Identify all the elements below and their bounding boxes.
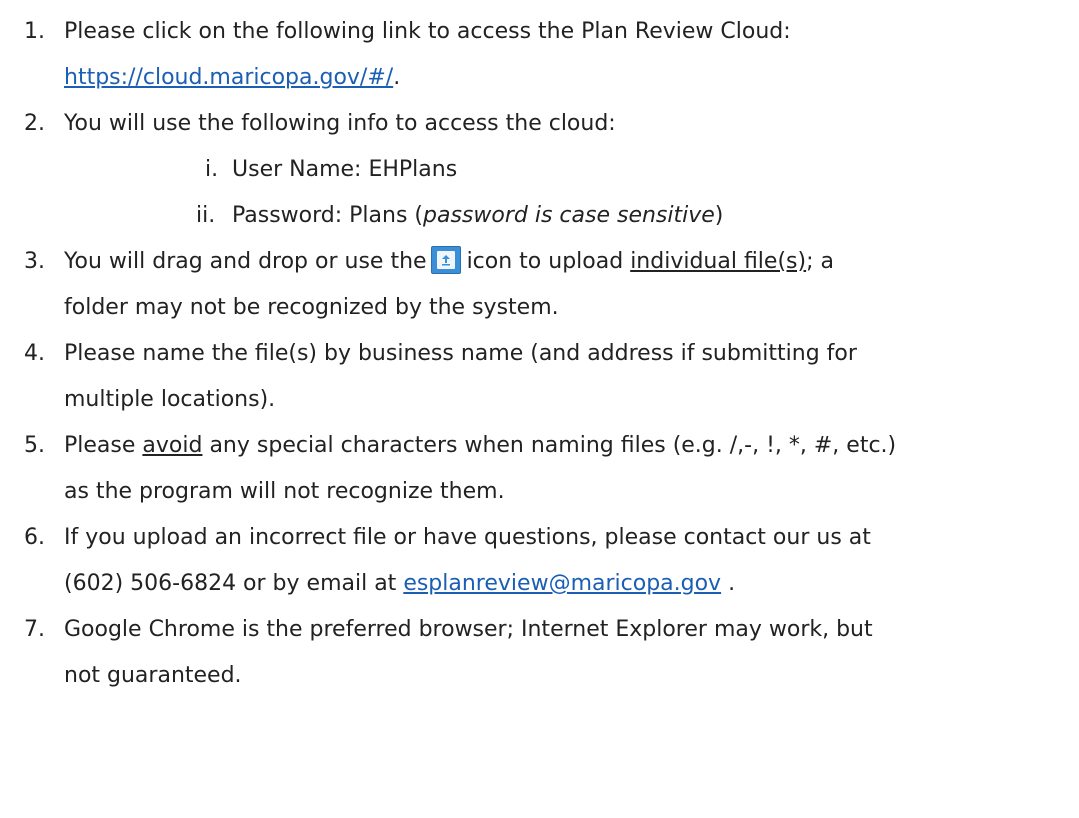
password-label: Password: Plans ( [232,203,424,228]
item-6-line-2: (602) 506-6824 or by email at esplanrevi… [64,566,735,602]
item-2-text: You will use the following info to acces… [64,111,616,136]
item-1-link-line: https://cloud.maricopa.gov/#/. [64,60,400,96]
item-1-number: 1. [24,19,45,44]
instruction-document: 1. Please click on the following link to… [0,0,1079,818]
item-5-post: any special characters when naming files… [209,433,897,458]
upload-icon [430,246,461,274]
item-3-line-2: folder may not be recognized by the syst… [64,295,559,320]
item-3-number: 3. [24,249,45,274]
avoid-text: avoid [142,433,203,458]
item-3-post: ; a [806,249,834,274]
item-4-line-1: Please name the file(s) by business name… [64,341,857,366]
item-2-sub1-number: i. [205,157,219,182]
item-1-text: Please click on the following link to ac… [64,19,791,44]
password-note: password is case sensitive [423,203,715,228]
item-5-line-2: as the program will not recognize them. [64,479,505,504]
item-4-line-2: multiple locations). [64,387,276,412]
item-3-pre: You will drag and drop or use the [64,249,427,274]
item-2-sub1-text: User Name: EHPlans [232,157,458,182]
item-2-sub2-number: ii. [196,203,216,228]
item-4-number: 4. [24,341,45,366]
item-5-line-1: Please avoid any special characters when… [64,428,896,464]
email-link[interactable]: esplanreview@maricopa.gov [403,571,721,596]
item-3-mid: icon to upload [466,249,624,274]
item-6-pre: (602) 506-6824 or by email at [64,571,397,596]
item-3-line-1: You will drag and drop or use the icon to… [64,244,834,280]
item-6-number: 6. [24,525,45,550]
individual-files-text: individual file(s) [630,249,807,274]
item-6-period: . [728,571,736,596]
item-1-period: . [393,65,401,90]
item-6-line-1: If you upload an incorrect file or have … [64,525,871,550]
item-7-number: 7. [24,617,45,642]
item-5-number: 5. [24,433,45,458]
item-7-line-1: Google Chrome is the preferred browser; … [64,617,873,642]
item-7-line-2: not guaranteed. [64,663,242,688]
item-2-sub2-text: Password: Plans (password is case sensit… [232,198,723,234]
item-2-number: 2. [24,111,45,136]
password-close: ) [714,203,724,228]
item-5-pre: Please [64,433,136,458]
cloud-link[interactable]: https://cloud.maricopa.gov/#/ [64,65,393,90]
